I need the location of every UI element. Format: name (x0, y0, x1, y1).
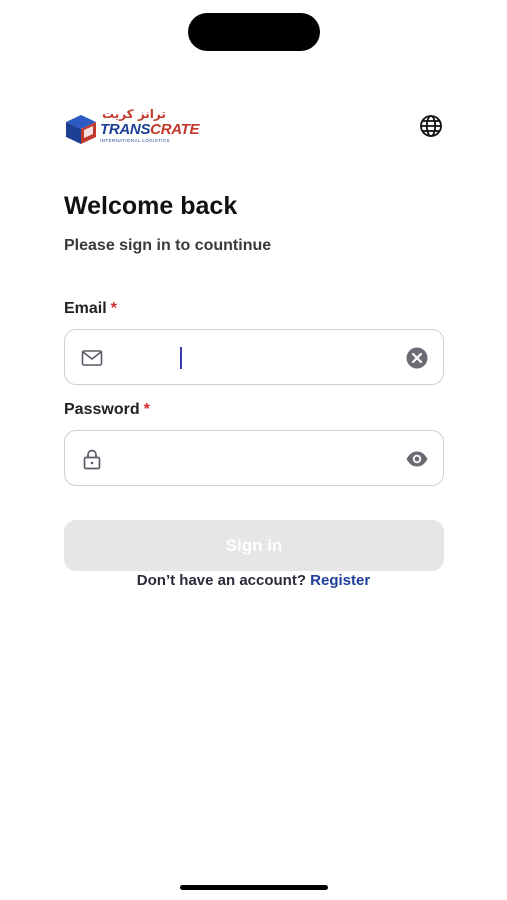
password-label: Password * (64, 401, 150, 419)
no-account-text: Don’t have an account? (136, 572, 306, 589)
password-field[interactable] (64, 430, 444, 486)
sign-in-button[interactable]: Sign in (64, 520, 444, 571)
email-label: Email * (64, 300, 117, 318)
register-link[interactable]: Register (310, 572, 370, 589)
required-mark: * (143, 401, 150, 418)
globe-icon[interactable] (419, 114, 443, 138)
register-prompt: Don’t have an account? Register (0, 572, 507, 589)
email-field[interactable] (64, 329, 444, 385)
dynamic-island (188, 13, 320, 51)
required-mark: * (110, 300, 117, 317)
page-title: Welcome back (64, 192, 238, 220)
logo-wordmark: TRANSCRATE (100, 121, 200, 138)
text-caret (180, 347, 182, 369)
home-indicator (180, 885, 328, 890)
page-subtitle: Please sign in to countinue (64, 237, 272, 254)
logo-cube-icon (66, 115, 96, 144)
password-input[interactable] (115, 441, 395, 475)
logo-word-trans: TRANS (100, 121, 151, 138)
email-input[interactable] (115, 340, 395, 374)
clear-icon[interactable] (405, 346, 429, 370)
logo-word-crate: CRATE (150, 121, 200, 138)
logo-tagline: INTERNATIONAL LOGISTICS (100, 138, 170, 143)
eye-icon[interactable] (405, 447, 429, 471)
email-label-text: Email (64, 300, 107, 317)
lock-icon (83, 449, 101, 470)
password-label-text: Password (64, 401, 140, 418)
transcrate-logo: ترانز كريت TRANSCRATE INTERNATIONAL LOGI… (64, 107, 200, 147)
mail-icon (81, 350, 103, 366)
logo-arabic-text: ترانز كريت (102, 107, 166, 121)
